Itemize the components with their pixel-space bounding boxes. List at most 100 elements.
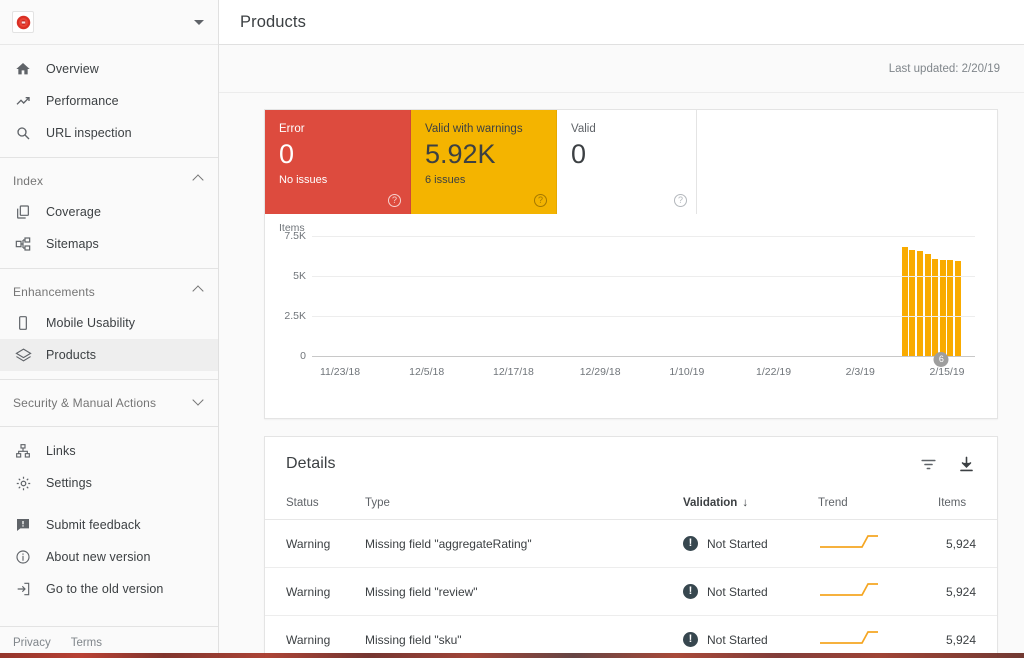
cell-items: 5,924: [938, 520, 997, 568]
sidebar-item-label: Coverage: [46, 205, 101, 219]
sidebar-nav: Overview Performance URL inspection: [0, 45, 218, 626]
cell-validation: ! Not Started: [683, 520, 818, 568]
sidebar-group-security[interactable]: Security & Manual Actions: [0, 388, 218, 418]
chart-x-axis: 11/23/1812/5/1812/17/1812/29/181/10/191/…: [312, 366, 975, 386]
cell-trend: [818, 568, 938, 616]
render-artifact-strip: [0, 653, 1024, 658]
cell-validation-label: Not Started: [707, 537, 768, 551]
help-icon[interactable]: ?: [534, 194, 547, 207]
sidebar-item-settings[interactable]: Settings: [0, 467, 218, 499]
status-card-empty: [697, 110, 997, 214]
links-icon: [13, 441, 33, 461]
chart-x-tick-label: 2/15/19: [929, 366, 964, 378]
chart-annotation-badge[interactable]: 6: [934, 352, 949, 367]
column-header-type[interactable]: Type: [365, 491, 683, 520]
chevron-up-icon[interactable]: [193, 287, 204, 298]
chart-y-tick-label: 7.5K: [284, 230, 306, 242]
items-over-time-chart: Items 02.5K5K7.5K 11/23/1812/5/1812/17/1…: [265, 214, 997, 418]
copy-icon: [13, 202, 33, 222]
cell-type: Missing field "aggregateRating": [365, 520, 683, 568]
sidebar-item-label: Mobile Usability: [46, 316, 135, 330]
sidebar-item-label: Products: [46, 348, 96, 362]
sidebar-item-performance[interactable]: Performance: [0, 85, 218, 117]
details-card: Details: [264, 436, 998, 658]
layers-icon: [13, 345, 33, 365]
table-row[interactable]: WarningMissing field "sku"!Not Started5,…: [265, 616, 997, 658]
divider: [0, 379, 218, 380]
sidebar-item-products[interactable]: Products: [0, 339, 218, 371]
sidebar-item-old-version[interactable]: Go to the old version: [0, 573, 218, 605]
terms-link[interactable]: Terms: [71, 637, 102, 649]
sidebar-item-sitemaps[interactable]: Sitemaps: [0, 228, 218, 260]
column-header-trend[interactable]: Trend: [818, 491, 938, 520]
last-updated-text: Last updated: 2/20/19: [889, 63, 1000, 75]
status-card-valid-with-warnings[interactable]: Valid with warnings 5.92K 6 issues ?: [411, 110, 557, 214]
chart-x-tick-label: 2/3/19: [846, 366, 875, 378]
step-up-sparkline-icon: [818, 581, 880, 599]
chart-bar[interactable]: [909, 250, 915, 356]
property-selector[interactable]: [0, 0, 218, 45]
main-content: Products Last updated: 2/20/19 Error 0 N…: [219, 0, 1024, 658]
status-card-error[interactable]: Error 0 No issues ?: [265, 110, 411, 214]
sidebar-item-coverage[interactable]: Coverage: [0, 196, 218, 228]
red-circle-favicon: [12, 11, 34, 33]
chart-y-tick-label: 2.5K: [284, 310, 306, 322]
trending-up-icon: [13, 91, 33, 111]
column-header-validation[interactable]: Validation↓: [683, 491, 818, 520]
cell-status: Warning: [265, 520, 365, 568]
sidebar-group-label: Enhancements: [13, 285, 95, 299]
chart-plot-area: 02.5K5K7.5K: [312, 236, 975, 356]
chevron-down-icon[interactable]: [194, 20, 204, 25]
privacy-link[interactable]: Privacy: [13, 637, 51, 649]
divider: [0, 268, 218, 269]
cell-validation: !Not Started: [683, 616, 818, 658]
chart-x-tick-label: 1/10/19: [669, 366, 704, 378]
sidebar-item-submit-feedback[interactable]: Submit feedback: [0, 509, 218, 541]
details-table: Status Type Validation↓ Trend Items Warn…: [265, 491, 997, 658]
sidebar-group-enhancements[interactable]: Enhancements: [0, 277, 218, 307]
sidebar-item-label: Submit feedback: [46, 518, 141, 532]
sidebar-group-index[interactable]: Index: [0, 166, 218, 196]
sidebar-item-links[interactable]: Links: [0, 435, 218, 467]
help-icon[interactable]: ?: [388, 194, 401, 207]
chart-bar[interactable]: [902, 247, 908, 356]
table-row[interactable]: WarningMissing field "review"!Not Starte…: [265, 568, 997, 616]
sidebar-item-about-new-version[interactable]: About new version: [0, 541, 218, 573]
sidebar: Overview Performance URL inspection: [0, 0, 219, 658]
chevron-down-icon[interactable]: [193, 398, 204, 409]
table-row[interactable]: WarningMissing field "aggregateRating"! N…: [265, 520, 997, 568]
chart-bar[interactable]: [947, 260, 953, 356]
chart-y-tick-label: 0: [300, 350, 306, 362]
details-title: Details: [286, 455, 901, 473]
sort-arrow-down-icon: ↓: [742, 497, 748, 509]
column-header-status[interactable]: Status: [265, 491, 365, 520]
step-up-sparkline-icon: [818, 629, 880, 647]
sidebar-item-overview[interactable]: Overview: [0, 53, 218, 85]
status-card-valid[interactable]: Valid 0 ?: [557, 110, 697, 214]
page-title: Products: [240, 13, 306, 32]
home-icon: [13, 59, 33, 79]
chevron-up-icon[interactable]: [193, 176, 204, 187]
filter-icon[interactable]: [917, 453, 939, 475]
chart-bar[interactable]: [940, 260, 946, 356]
sidebar-item-mobile-usability[interactable]: Mobile Usability: [0, 307, 218, 339]
chart-gridline: [312, 316, 975, 317]
chart-bar[interactable]: [917, 251, 923, 356]
help-icon[interactable]: ?: [674, 194, 687, 207]
chart-bar[interactable]: [925, 254, 931, 356]
download-icon[interactable]: [955, 453, 977, 475]
chart-x-tick-label: 1/22/19: [756, 366, 791, 378]
sidebar-item-label: Overview: [46, 62, 99, 76]
alert-icon: !: [683, 536, 698, 551]
column-header-items[interactable]: Items: [938, 491, 997, 520]
sidebar-item-label: Settings: [46, 476, 92, 490]
status-card-label: Valid with warnings: [425, 123, 542, 135]
gear-icon: [13, 473, 33, 493]
chart-bar[interactable]: [932, 259, 938, 356]
cell-trend: [818, 616, 938, 658]
sidebar-item-url-inspection[interactable]: URL inspection: [0, 117, 218, 149]
sidebar-item-label: URL inspection: [46, 126, 132, 140]
last-updated-bar: Last updated: 2/20/19: [219, 45, 1024, 93]
mobile-icon: [13, 313, 33, 333]
cell-items: 5,924: [938, 616, 997, 658]
